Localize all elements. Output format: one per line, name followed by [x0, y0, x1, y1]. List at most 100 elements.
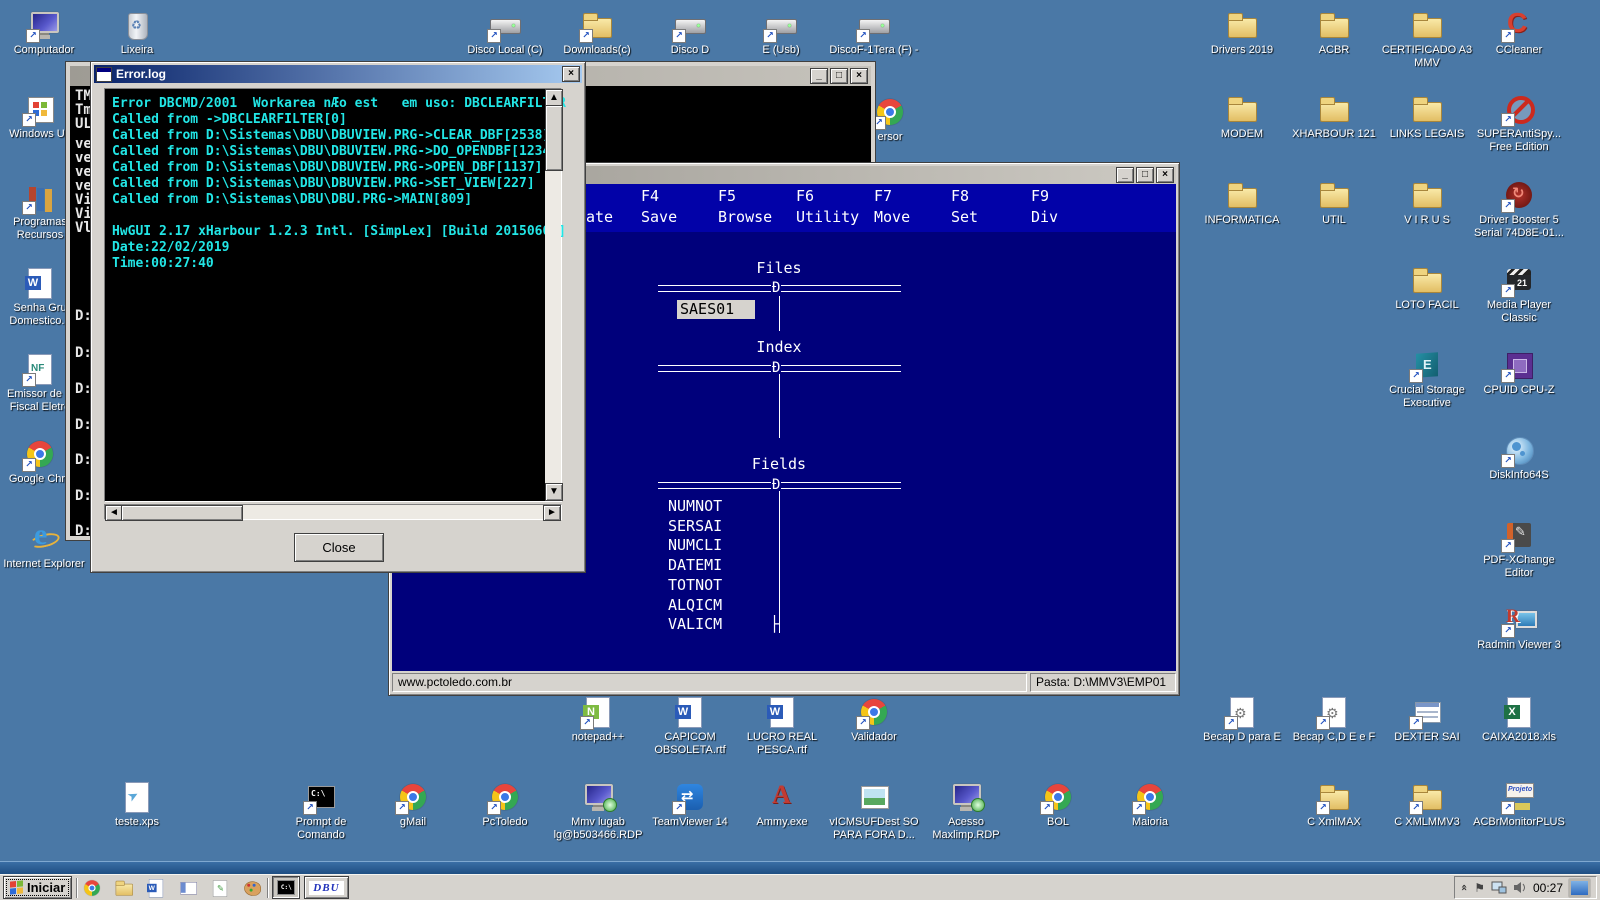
desktop-icon-util[interactable]: UTIL: [1288, 178, 1380, 227]
desktop-icon-capicom-obsoleta-rtf[interactable]: CAPICOM OBSOLETA.rtf: [644, 695, 736, 757]
scrollbar-thumb[interactable]: [545, 105, 563, 171]
flag-icon[interactable]: ⚑: [1474, 881, 1485, 895]
desktop-icon-ccleaner[interactable]: ↗CCleaner: [1473, 8, 1565, 57]
field-alqicm[interactable]: ALQICM: [668, 596, 722, 614]
desktop-icon-pdf-xchange-editor[interactable]: ↗PDF-XChange Editor: [1473, 518, 1565, 580]
hidden-icons-chevron-icon[interactable]: «: [1458, 884, 1471, 891]
desktop-icon-gmail[interactable]: ↗gMail: [367, 780, 459, 829]
scroll-right-icon[interactable]: ►: [543, 505, 561, 521]
field-totnot[interactable]: TOTNOT: [668, 576, 722, 594]
desktop-icon-c-xmlmmv3[interactable]: ↗C XMLMMV3: [1381, 780, 1473, 829]
desktop-icon-maioria[interactable]: ↗Maioria: [1104, 780, 1196, 829]
desktop-icon-disco-local-c[interactable]: ↗Disco Local (C): [459, 8, 551, 57]
menu-item-move[interactable]: Move: [874, 208, 910, 226]
maximize-icon[interactable]: □: [1136, 167, 1154, 183]
menu-key-F6[interactable]: F6: [796, 187, 814, 205]
desktop-icon-computador[interactable]: ↗Computador: [0, 8, 90, 57]
field-sersai[interactable]: SERSAI: [668, 517, 722, 535]
desktop-icon-notepad[interactable]: ↗notepad++: [552, 695, 644, 744]
menu-key-F5[interactable]: F5: [718, 187, 736, 205]
desktop-icon-lucro-real-pesca-rtf[interactable]: LUCRO REAL PESCA.rtf: [736, 695, 828, 757]
desktop-icon-lixeira[interactable]: Lixeira: [91, 8, 183, 57]
desktop-icon-becap-d-para-e[interactable]: ↗Becap D para E: [1196, 695, 1288, 744]
desktop-icon-e-usb[interactable]: ↗E (Usb): [735, 8, 827, 57]
close-icon[interactable]: ×: [850, 68, 868, 84]
desktop-icon-teste-xps[interactable]: teste.xps: [91, 780, 183, 829]
menu-item-utility[interactable]: Utility: [796, 208, 859, 226]
desktop-icon-becap-c-d-e-e-f[interactable]: ↗Becap C,D E e F: [1288, 695, 1380, 744]
desktop-icon-discof-1tera-f[interactable]: ↗DiscoF-1Tera (F) -: [828, 8, 920, 57]
desktop-icon-dexter-sai[interactable]: ↗DEXTER SAI: [1381, 695, 1473, 744]
desktop-icon-acesso-maxlimp-rdp[interactable]: Acesso Maxlimp.RDP: [920, 780, 1012, 842]
menu-item-div[interactable]: Div: [1031, 208, 1058, 226]
horizontal-scrollbar[interactable]: ◄ ►: [104, 504, 562, 520]
menu-key-F7[interactable]: F7: [874, 187, 892, 205]
menu-item-save[interactable]: Save: [641, 208, 677, 226]
quick-launch-card[interactable]: [177, 877, 199, 899]
quick-launch-edit[interactable]: [209, 877, 231, 899]
field-numcli[interactable]: NUMCLI: [668, 536, 722, 554]
desktop-icon-driver-booster-5-serial-74d8e-01[interactable]: ↗Driver Booster 5 Serial 74D8E-01...: [1473, 178, 1565, 240]
desktop-icon-acbrmonitorplus[interactable]: ↗ACBrMonitorPLUS: [1473, 780, 1565, 829]
desktop-icon-disco-d[interactable]: ↗Disco D: [644, 8, 736, 57]
desktop-icon-c-xmlmax[interactable]: ↗C XmlMAX: [1288, 780, 1380, 829]
desktop-icon-ammy-exe[interactable]: Ammy.exe: [736, 780, 828, 829]
network-icon[interactable]: [1491, 881, 1507, 894]
menu-key-F9[interactable]: F9: [1031, 187, 1049, 205]
desktop-icon-superantispy-free-edition[interactable]: ↗SUPERAntiSpy... Free Edition: [1473, 92, 1565, 154]
quick-launch-word[interactable]: [145, 877, 167, 899]
quick-launch-palette[interactable]: [241, 877, 263, 899]
desktop-icon-modem[interactable]: MODEM: [1196, 92, 1288, 141]
menu-key-F4[interactable]: F4: [641, 187, 659, 205]
selected-file[interactable]: SAES01: [677, 300, 755, 319]
field-valicm[interactable]: VALICM: [668, 615, 722, 633]
desktop-icon-drivers-2019[interactable]: Drivers 2019: [1196, 8, 1288, 57]
vertical-scrollbar[interactable]: ▲ ▼: [545, 89, 561, 501]
field-datemi[interactable]: DATEMI: [668, 556, 722, 574]
desktop-icon-cpuid-cpu-z[interactable]: ↗CPUID CPU-Z: [1473, 348, 1565, 397]
desktop-icon-downloads-c[interactable]: ↗Downloads(c): [551, 8, 643, 57]
clock[interactable]: 00:27: [1533, 881, 1563, 895]
minimize-icon[interactable]: _: [810, 68, 828, 84]
maximize-icon[interactable]: □: [830, 68, 848, 84]
menu-key-F8[interactable]: F8: [951, 187, 969, 205]
desktop-icon-caixa2018-xls[interactable]: CAIXA2018.xls: [1473, 695, 1565, 744]
desktop-icon-prompt-de-comando[interactable]: ↗Prompt de Comando: [275, 780, 367, 842]
desktop-icon-informatica[interactable]: INFORMATICA: [1196, 178, 1288, 227]
desktop-icon-links-legais[interactable]: LINKS LEGAIS: [1381, 92, 1473, 141]
close-button[interactable]: Close: [294, 533, 384, 562]
close-icon[interactable]: ×: [562, 66, 580, 82]
task-button-cmd[interactable]: C:\: [272, 876, 300, 899]
desktop-icon-bol[interactable]: ↗BOL: [1012, 780, 1104, 829]
task-button-dbu[interactable]: DBU: [304, 876, 348, 899]
icon-graphic: ↗: [488, 8, 522, 42]
desktop-icon-v-i-r-u-s[interactable]: V I R U S: [1381, 178, 1473, 227]
desktop-icon-validador[interactable]: ↗Validador: [828, 695, 920, 744]
desktop-icon-xharbour-121[interactable]: XHARBOUR 121: [1288, 92, 1380, 141]
error-log-titlebar[interactable]: Error.log ×: [94, 65, 582, 83]
quick-launch-chrome[interactable]: [81, 877, 103, 899]
desktop-icon-loto-facil[interactable]: LOTO FACIL: [1381, 263, 1473, 312]
start-button[interactable]: Iniciar: [3, 876, 72, 899]
desktop-icon-vicmsufdest-so-para-fora-d[interactable]: vICMSUFDest SO PARA FORA D...: [828, 780, 920, 842]
field-numnot[interactable]: NUMNOT: [668, 497, 722, 515]
desktop-icon-media-player-classic[interactable]: ↗Media Player Classic: [1473, 263, 1565, 325]
desktop-icon-mmv-lugab-lg-b503466-rdp[interactable]: Mmv lugab lg@b503466.RDP: [552, 780, 644, 842]
desktop-icon-diskinfo64s[interactable]: ↗DiskInfo64S: [1473, 433, 1565, 482]
quick-launch-folder[interactable]: [113, 877, 135, 899]
close-icon[interactable]: ×: [1156, 167, 1174, 183]
desktop-icon-crucial-storage-executive[interactable]: ↗Crucial Storage Executive: [1381, 348, 1473, 410]
desktop-icon-acbr[interactable]: ACBR: [1288, 8, 1380, 57]
menu-item-browse[interactable]: Browse: [718, 208, 772, 226]
show-desktop-icon[interactable]: [1569, 879, 1590, 897]
scrollbar-thumb[interactable]: [121, 505, 243, 521]
menu-item-set[interactable]: Set: [951, 208, 978, 226]
menu-item-partial[interactable]: ate: [586, 208, 613, 226]
scroll-down-icon[interactable]: ▼: [545, 483, 563, 501]
desktop-icon-teamviewer-14[interactable]: ↗TeamViewer 14: [644, 780, 736, 829]
desktop-icon-pctoledo[interactable]: ↗PcToledo: [459, 780, 551, 829]
desktop-icon-radmin-viewer-3[interactable]: ↗Radmin Viewer 3: [1473, 603, 1565, 652]
volume-icon[interactable]: [1513, 881, 1527, 894]
minimize-icon[interactable]: _: [1116, 167, 1134, 183]
desktop-icon-certificado-a3-mmv[interactable]: CERTIFICADO A3 MMV: [1381, 8, 1473, 70]
